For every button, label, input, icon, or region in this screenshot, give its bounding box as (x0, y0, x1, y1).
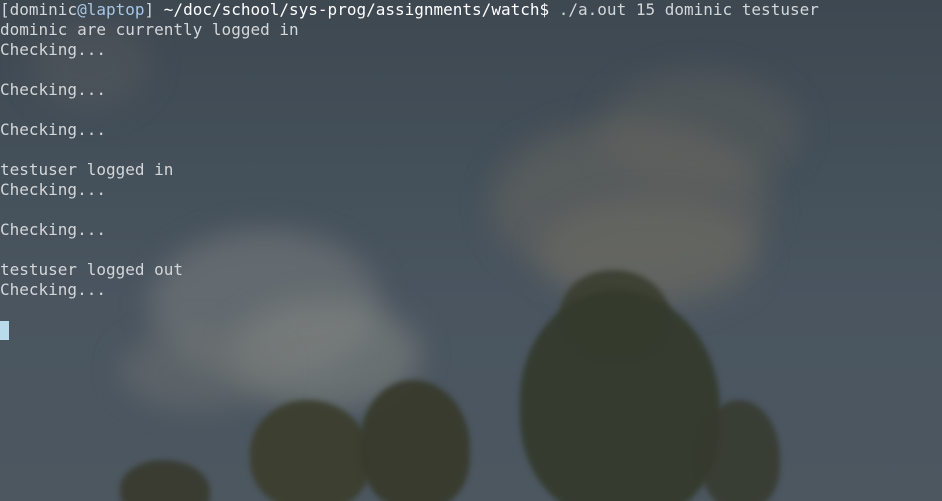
output-line: Checking... (0, 180, 106, 199)
prompt-at: @ (77, 0, 87, 19)
terminal-output: dominic are currently logged in Checking.… (0, 20, 942, 320)
prompt-path: ~/doc/school/sys-prog/assignments/watch (163, 0, 540, 19)
output-line: Checking... (0, 280, 106, 299)
prompt-user: dominic (9, 0, 78, 19)
output-line: Checking... (0, 80, 106, 99)
terminal-window[interactable]: [dominic@laptop] ~/doc/school/sys-prog/a… (0, 0, 942, 501)
prompt-close-bracket: ] (144, 0, 155, 19)
input-line[interactable] (0, 320, 942, 340)
output-line: Checking... (0, 120, 106, 139)
prompt-line: [dominic@laptop] ~/doc/school/sys-prog/a… (0, 0, 942, 20)
command-text: ./a.out 15 dominic testuser (558, 0, 819, 19)
prompt-open-bracket: [ (0, 0, 10, 19)
output-line: Checking... (0, 40, 106, 59)
prompt-symbol: $ (539, 0, 550, 19)
output-line: testuser logged in (0, 160, 174, 179)
output-line: Checking... (0, 220, 106, 239)
output-line: testuser logged out (0, 260, 184, 279)
output-line: dominic are currently logged in (0, 20, 299, 39)
text-cursor (0, 321, 9, 340)
prompt-host: laptop (86, 0, 145, 19)
